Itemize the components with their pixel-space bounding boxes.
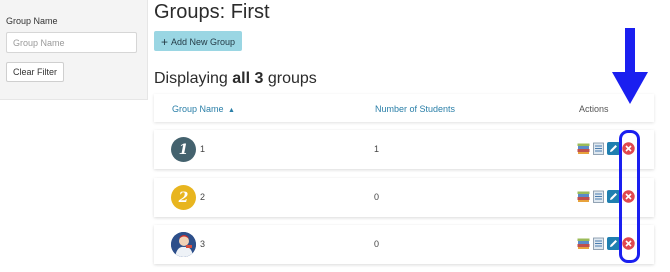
student-count-cell: 0 — [374, 239, 380, 249]
group-avatar: 1 — [171, 137, 196, 162]
student-count-cell: 0 — [374, 192, 380, 202]
roster-icon[interactable] — [592, 190, 605, 203]
plus-icon: + — [160, 35, 168, 49]
filter-sidebar: Group Name Clear Filter — [0, 0, 148, 100]
add-new-group-button[interactable]: + Add New Group — [154, 31, 242, 51]
displaying-prefix: Displaying — [154, 70, 233, 87]
column-header-number-of-students[interactable]: Number of Students — [375, 104, 455, 114]
avatar-photo-icon — [171, 232, 196, 257]
table-header: Group Name ▲ Number of Students Actions — [154, 94, 654, 122]
books-icon[interactable] — [577, 190, 590, 203]
books-icon[interactable] — [577, 142, 590, 155]
column-header-actions: Actions — [579, 104, 609, 114]
student-count-cell: 1 — [374, 144, 380, 154]
group-name-cell[interactable]: 3 — [200, 239, 205, 249]
filter-label: Group Name — [6, 16, 58, 26]
group-name-cell[interactable]: 1 — [200, 144, 205, 154]
table-row: 3 0 — [154, 225, 654, 264]
down-arrow-icon — [612, 28, 648, 104]
table-row: 2 2 0 — [154, 178, 654, 217]
books-icon[interactable] — [577, 237, 590, 250]
sort-up-icon: ▲ — [228, 107, 235, 114]
column-header-group-name-label: Group Name — [172, 104, 224, 114]
displaying-suffix: groups — [263, 70, 317, 87]
group-name-filter-input[interactable] — [6, 32, 137, 53]
group-avatar — [171, 232, 196, 257]
group-name-cell[interactable]: 2 — [200, 192, 205, 202]
roster-icon[interactable] — [592, 142, 605, 155]
clear-filter-button[interactable]: Clear Filter — [6, 62, 64, 82]
column-header-group-name[interactable]: Group Name ▲ — [172, 104, 235, 114]
highlight-box — [619, 130, 640, 263]
roster-icon[interactable] — [592, 237, 605, 250]
group-avatar: 2 — [171, 185, 196, 210]
displaying-total: all 3 — [232, 70, 264, 87]
table-row: 1 1 1 — [154, 130, 654, 169]
page-title: Groups: First — [154, 1, 270, 23]
displaying-count: Displaying all 3 groups — [154, 70, 317, 88]
add-new-group-label: Add New Group — [170, 37, 236, 47]
